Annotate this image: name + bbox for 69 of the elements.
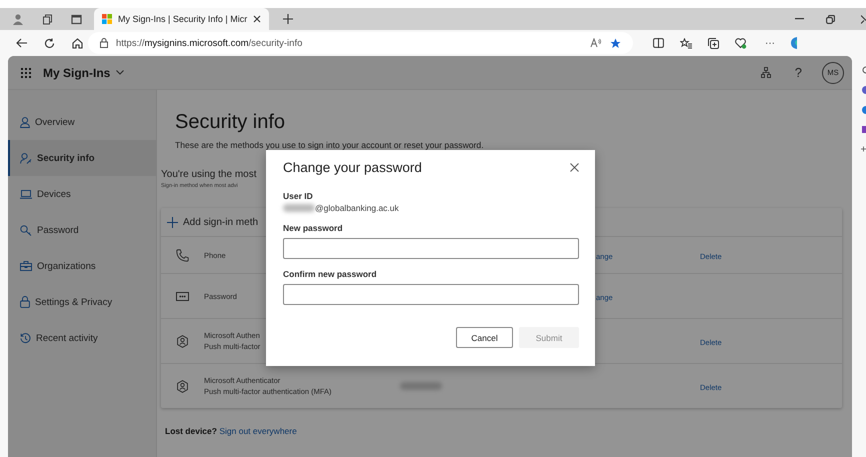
- app-name[interactable]: My Sign-Ins: [43, 66, 110, 80]
- briefcase-icon: [20, 261, 32, 271]
- split-screen-icon[interactable]: [653, 38, 664, 48]
- add-method-button[interactable]: Add sign-in meth: [167, 216, 258, 228]
- lock-icon: [20, 296, 30, 308]
- field-label: Confirm new password: [283, 269, 378, 279]
- help-button[interactable]: ?: [794, 65, 802, 80]
- more-button[interactable]: ···: [765, 38, 775, 48]
- user-id-value: @globalbanking.ac.uk: [315, 203, 399, 213]
- laptop-icon: [20, 190, 32, 198]
- app-launcher-icon[interactable]: [21, 68, 31, 78]
- heart-icon[interactable]: [735, 38, 747, 48]
- redacted-value: [283, 204, 315, 212]
- nav-item[interactable]: Settings & Privacy: [8, 284, 156, 320]
- address-bar[interactable]: https://mysignins.microsoft.com/security-info: [88, 32, 633, 54]
- new-tab-icon[interactable]: [283, 14, 294, 24]
- dialog-title: Change your password: [283, 160, 422, 175]
- field-label: New password: [283, 223, 344, 233]
- profile-icon[interactable]: [12, 13, 24, 25]
- password-field[interactable]: [283, 284, 579, 305]
- close-icon[interactable]: [253, 15, 262, 23]
- history-icon: [20, 332, 31, 344]
- search-icon[interactable]: [861, 66, 866, 74]
- page-title: Security info: [175, 111, 286, 134]
- read-aloud-icon[interactable]: [590, 38, 602, 48]
- authenticator-icon: [177, 334, 188, 348]
- lock-icon: [100, 38, 108, 48]
- phone-icon: [176, 248, 189, 262]
- cancel-button[interactable]: Cancel: [456, 327, 513, 348]
- favicon-icon: [102, 14, 112, 24]
- back-icon[interactable]: [16, 38, 27, 48]
- lost-device-label: Lost device?: [165, 426, 217, 436]
- nav-item[interactable]: Security info: [8, 140, 156, 176]
- star-icon[interactable]: [610, 38, 621, 48]
- password-field[interactable]: [283, 238, 579, 259]
- tab-actions-icon[interactable]: [71, 14, 82, 24]
- browser-tab[interactable]: My Sign-Ins | Security Info | Micr: [94, 8, 270, 30]
- close-icon[interactable]: [861, 14, 866, 24]
- workspaces-icon[interactable]: [42, 14, 53, 24]
- nav-item[interactable]: Devices: [8, 176, 156, 212]
- authenticator-icon: [177, 380, 188, 392]
- person-icon: [20, 116, 30, 128]
- password-icon: [176, 292, 189, 300]
- plus-icon: [167, 216, 178, 228]
- favorites-icon[interactable]: [680, 38, 692, 48]
- refresh-icon[interactable]: [44, 38, 55, 48]
- nav-item[interactable]: Recent activity: [8, 320, 156, 356]
- restore-icon[interactable]: [826, 14, 835, 24]
- tab-title: My Sign-Ins | Security Info | Micr: [118, 14, 248, 24]
- app-icon[interactable]: [861, 86, 866, 94]
- nav-item[interactable]: Overview: [8, 104, 156, 140]
- key-icon: [20, 224, 32, 236]
- page-description: These are the methods you use to sign into your account or reset your password.: [175, 140, 484, 150]
- chevron-down-icon[interactable]: [116, 70, 124, 75]
- person-key-icon: [20, 152, 32, 164]
- sign-out-link[interactable]: Sign out everywhere: [219, 426, 297, 436]
- organization-icon[interactable]: [760, 67, 771, 78]
- nav-item[interactable]: Organizations: [8, 248, 156, 284]
- home-icon[interactable]: [72, 38, 83, 48]
- copilot-icon[interactable]: [791, 37, 797, 49]
- close-icon[interactable]: [570, 163, 579, 172]
- nav-item[interactable]: Password: [8, 212, 156, 248]
- url-text: https://mysignins.microsoft.com/security-info: [116, 38, 302, 48]
- add-icon[interactable]: [861, 145, 866, 153]
- minimize-icon[interactable]: [795, 18, 804, 20]
- notice-text: You're using the most: [161, 169, 256, 180]
- app-icon[interactable]: [861, 106, 866, 114]
- collections-icon[interactable]: [708, 38, 719, 48]
- user-id-label: User ID: [283, 191, 314, 201]
